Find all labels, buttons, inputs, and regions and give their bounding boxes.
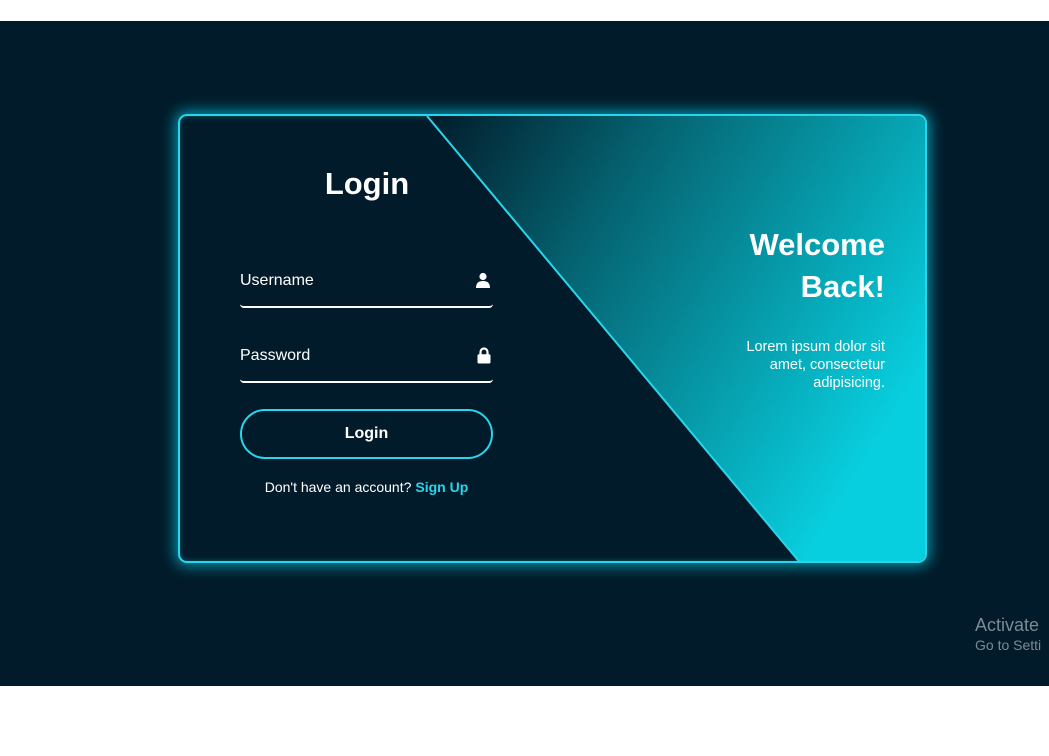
lock-icon [477, 347, 491, 369]
page-background: Login Username Password Login Don't have [0, 21, 1049, 686]
watermark-subtitle: Go to Setti [975, 637, 1042, 653]
activation-watermark: Activate Go to Setti [975, 614, 1041, 654]
password-field[interactable]: Password [240, 341, 493, 383]
welcome-heading-line1: Welcome [749, 227, 885, 262]
welcome-description-line2: amet, consectetur [769, 357, 885, 373]
user-icon [475, 272, 491, 293]
signup-prompt: Don't have an account? Sign Up [240, 479, 493, 495]
signup-link[interactable]: Sign Up [415, 479, 468, 495]
welcome-description-line1: Lorem ipsum dolor sit [746, 339, 885, 355]
welcome-description: Lorem ipsum dolor sit amet, consectetur … [715, 338, 885, 392]
password-label: Password [240, 347, 311, 364]
welcome-description-line3: adipisicing. [813, 375, 885, 391]
welcome-heading-line2: Back! [800, 269, 885, 304]
welcome-heading: Welcome Back! [665, 224, 885, 308]
watermark-title: Activate [975, 615, 1040, 635]
login-card: Login Username Password Login Don't have [178, 114, 927, 563]
signup-prompt-text: Don't have an account? [264, 479, 412, 495]
login-button[interactable]: Login [240, 409, 493, 459]
username-label: Username [240, 272, 314, 289]
login-title: Login [324, 166, 410, 201]
username-field[interactable]: Username [240, 266, 493, 308]
